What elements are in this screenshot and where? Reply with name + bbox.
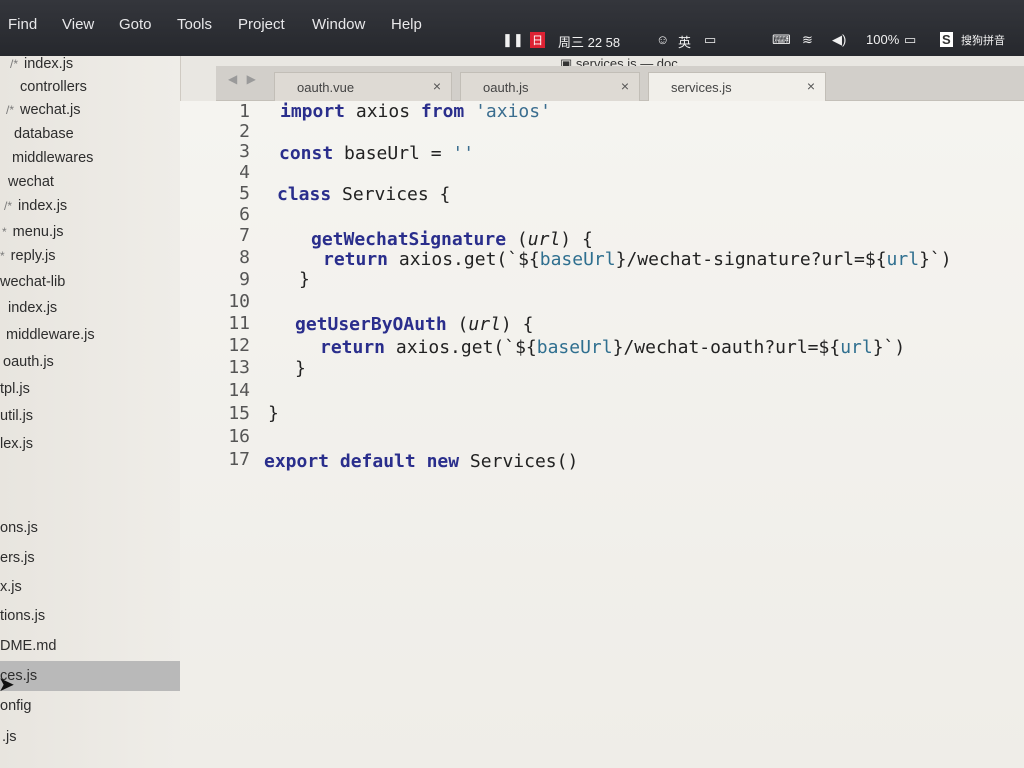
code-line[interactable]: getUserByOAuth (url) { [295, 314, 533, 335]
code-line[interactable]: } [268, 403, 279, 424]
code-line[interactable]: import axios from 'axios' [280, 101, 551, 122]
code-line[interactable]: return axios.get(`${baseUrl}/wechat-sign… [323, 249, 952, 270]
sidebar-folder-wechat[interactable]: wechat [8, 174, 54, 190]
sidebar-file-ons-js[interactable]: ons.js [0, 520, 38, 536]
line-number: 10 [228, 291, 250, 312]
code-line[interactable]: class Services { [277, 184, 450, 205]
sidebar-file-index-js-3[interactable]: index.js [8, 300, 57, 316]
line-number: 7 [239, 225, 250, 246]
sidebar-file-reply-js[interactable]: * reply.js [0, 248, 56, 264]
sidebar-file-readme-md[interactable]: DME.md [0, 638, 56, 654]
smiley-icon[interactable]: ☺ [656, 32, 669, 47]
volume-icon[interactable]: ◀) [832, 32, 846, 48]
menu-view[interactable]: View [62, 16, 94, 33]
line-number: 2 [239, 121, 250, 142]
code-line[interactable]: export default new Services() [264, 451, 578, 472]
sidebar-file-index-js-2[interactable]: /* index.js [4, 198, 67, 214]
line-number: 3 [239, 141, 250, 162]
menu-find[interactable]: Find [8, 16, 37, 33]
sidebar-file-js[interactable]: .js [2, 729, 17, 745]
battery-percent[interactable]: 100% [866, 32, 899, 47]
code-line[interactable]: } [299, 269, 310, 290]
code-editor[interactable]: 1 2 3 4 5 6 7 8 9 10 11 12 13 14 15 16 1… [180, 101, 1024, 768]
line-number: 6 [239, 204, 250, 225]
line-number: 16 [228, 426, 250, 447]
line-number: 13 [228, 357, 250, 378]
tab-nav-arrows-icon[interactable]: ◀ ▶ [228, 72, 259, 86]
menu-bar: Find View Goto Tools Project Window Help… [0, 0, 1024, 56]
sidebar-file-wechat-js[interactable]: /* wechat.js [6, 102, 80, 118]
sidebar: /* index.js controllers /* wechat.js datab… [0, 56, 181, 768]
line-number: 17 [228, 449, 250, 470]
line-number: 12 [228, 335, 250, 356]
sidebar-file-services-js[interactable]: ces.js [0, 661, 180, 691]
mouse-cursor-icon: ➤ [0, 674, 15, 696]
sidebar-file-ers-js[interactable]: ers.js [0, 550, 35, 566]
tab-oauth-js[interactable]: oauth.js × [460, 72, 640, 101]
close-icon[interactable]: × [621, 78, 629, 94]
sidebar-file-menu-js[interactable]: * menu.js [2, 224, 63, 240]
battery-icon[interactable]: ▭ [904, 32, 916, 48]
menu-project[interactable]: Project [238, 16, 285, 33]
sidebar-folder-controllers[interactable]: controllers [20, 79, 87, 95]
line-number: 4 [239, 162, 250, 183]
sidebar-file-middleware-js[interactable]: middleware.js [6, 327, 95, 343]
line-number: 11 [228, 313, 250, 334]
line-number: 15 [228, 403, 250, 424]
line-number: 8 [239, 247, 250, 268]
input-method-text[interactable]: 英 [678, 32, 691, 51]
menu-goto[interactable]: Goto [119, 16, 152, 33]
sidebar-file-config[interactable]: onfig [0, 698, 31, 714]
wifi-icon[interactable]: ≋ [802, 32, 813, 48]
sidebar-file-tions-js[interactable]: tions.js [0, 608, 45, 624]
sidebar-folder-database[interactable]: database [14, 126, 74, 142]
sidebar-file-index-js[interactable]: /* index.js [10, 56, 73, 72]
menu-tools[interactable]: Tools [177, 16, 212, 33]
menu-help[interactable]: Help [391, 16, 422, 33]
code-line[interactable]: return axios.get(`${baseUrl}/wechat-oaut… [320, 337, 905, 358]
code-line[interactable]: getWechatSignature (url) { [311, 229, 593, 250]
airplay-icon[interactable]: ▭ [704, 32, 716, 48]
tab-oauth-vue[interactable]: oauth.vue × [274, 72, 452, 101]
line-number: 1 [239, 101, 250, 122]
tab-bar: ◀ ▶ oauth.vue × oauth.js × services.js × [216, 66, 1024, 101]
close-icon[interactable]: × [807, 78, 815, 94]
sidebar-file-lex-js[interactable]: lex.js [0, 436, 33, 452]
sidebar-folder-wechat-lib[interactable]: wechat-lib [0, 274, 65, 290]
pause-icon[interactable]: ❚❚ [502, 32, 524, 48]
menu-window[interactable]: Window [312, 16, 365, 33]
sidebar-file-x-js[interactable]: x.js [0, 579, 22, 595]
code-line[interactable]: const baseUrl = '' [279, 143, 474, 164]
calendar-icon[interactable]: 日 [530, 32, 545, 48]
sogou-icon[interactable]: S [940, 32, 953, 47]
close-icon[interactable]: × [433, 78, 441, 94]
sidebar-folder-middlewares[interactable]: middlewares [12, 150, 93, 166]
sidebar-file-util-js[interactable]: util.js [0, 408, 33, 424]
line-number: 5 [239, 183, 250, 204]
line-number: 14 [228, 380, 250, 401]
clock-text[interactable]: 周三 22 58 [558, 32, 620, 51]
line-number: 9 [239, 269, 250, 290]
sidebar-file-tpl-js[interactable]: tpl.js [0, 381, 30, 397]
tab-services-js[interactable]: services.js × [648, 72, 826, 101]
ime-name[interactable]: 搜狗拼音 [961, 32, 1005, 48]
code-line[interactable]: } [295, 358, 306, 379]
sidebar-file-oauth-js[interactable]: oauth.js [3, 354, 54, 370]
keyboard-icon[interactable]: ⌨ [772, 32, 791, 48]
